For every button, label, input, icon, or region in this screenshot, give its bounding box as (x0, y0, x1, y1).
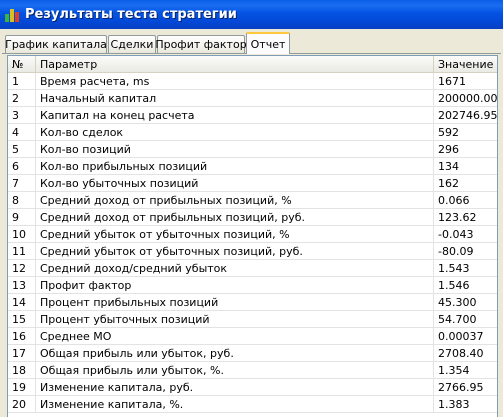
row-value: 1.383 (438, 397, 470, 411)
table-row[interactable]: 5 Кол-во позиций 296 (8, 141, 497, 158)
row-parameter: Кол-во сделок (36, 124, 434, 140)
window-title: Результаты теста стратегии (25, 7, 237, 22)
row-parameter: Время расчета, ms (36, 73, 434, 89)
row-parameter: Изменение капитала, %. (36, 396, 434, 412)
table-row[interactable]: 6 Кол-во прибыльных позиций 134 (8, 158, 497, 175)
row-parameter: Кол-во убыточных позиций (36, 175, 434, 191)
table-row[interactable]: 17 Общая прибыль или убыток, руб. 2708.40 (8, 345, 497, 362)
row-number: 2 (8, 90, 36, 106)
row-value: 0.00037 (438, 329, 484, 343)
row-number: 16 (8, 328, 36, 344)
row-value: 54.700 (438, 312, 477, 326)
row-number: 20 (8, 396, 36, 412)
row-value: -80.09 (438, 244, 474, 258)
title-bar[interactable]: Результаты теста стратегии (0, 0, 503, 29)
row-number: 17 (8, 345, 36, 361)
row-number: 19 (8, 379, 36, 395)
row-parameter: Капитал на конец расчета (36, 107, 434, 123)
row-parameter: Процент убыточных позиций (36, 311, 434, 327)
row-number: 10 (8, 226, 36, 242)
table-row[interactable]: 13 Профит фактор 1.546 (8, 277, 497, 294)
table-row[interactable]: 7 Кол-во убыточных позиций 162 (8, 175, 497, 192)
column-header-number[interactable]: № (8, 56, 36, 73)
row-value: 1.546 (438, 278, 470, 292)
table-row[interactable]: 1 Время расчета, ms 1671 (8, 73, 497, 90)
row-value: 2766.95 (438, 380, 484, 394)
row-value: 123.62 (438, 210, 477, 224)
row-parameter: Средний убыток от убыточных позиций, руб… (36, 243, 434, 259)
tab-trades[interactable]: Сделки (108, 35, 156, 53)
column-header-parameter[interactable]: Параметр (36, 56, 434, 73)
table-row[interactable]: 16 Среднее МО 0.00037 (8, 328, 497, 345)
row-number: 15 (8, 311, 36, 327)
bar-chart-icon (4, 6, 21, 23)
row-number: 8 (8, 192, 36, 208)
table-row[interactable]: 18 Общая прибыль или убыток, %. 1.354 (8, 362, 497, 379)
row-number: 1 (8, 73, 36, 89)
row-value: 2708.40 (438, 346, 484, 360)
row-parameter: Средний убыток от убыточных позиций, % (36, 226, 434, 242)
row-number: 14 (8, 294, 36, 310)
row-number: 18 (8, 362, 36, 378)
table-header: № Параметр Значение (8, 56, 497, 73)
tab-strip: График капитала Сделки Профит фактор Отч… (0, 29, 503, 54)
row-number: 6 (8, 158, 36, 174)
table-row[interactable]: 14 Процент прибыльных позиций 45.300 (8, 294, 497, 311)
row-parameter: Общая прибыль или убыток, %. (36, 362, 434, 378)
row-parameter: Изменение капитала, руб. (36, 379, 434, 395)
row-parameter: Профит фактор (36, 277, 434, 293)
row-value: 1.543 (438, 261, 470, 275)
table-row[interactable]: 12 Средний доход/средний убыток 1.543 (8, 260, 497, 277)
report-table: № Параметр Значение 1 Время расчета, ms 16… (7, 55, 498, 417)
row-parameter: Процент прибыльных позиций (36, 294, 434, 310)
tab-equity-chart[interactable]: График капитала (5, 35, 107, 53)
row-value: 134 (438, 159, 459, 173)
table-row[interactable]: 4 Кол-во сделок 592 (8, 124, 497, 141)
table-row[interactable]: 3 Капитал на конец расчета 202746.95 (8, 107, 497, 124)
table-body: 1 Время расчета, ms 1671 2 Начальный капитал… (8, 73, 497, 413)
row-value: 200000.00 (438, 91, 497, 105)
table-row[interactable]: 10 Средний убыток от убыточных позиций, %… (8, 226, 497, 243)
row-value: 1671 (438, 74, 466, 88)
row-value: 202746.95 (438, 108, 497, 122)
table-row[interactable]: 8 Средний доход от прибыльных позиций, % 0… (8, 192, 497, 209)
row-parameter: Среднее МО (36, 328, 434, 344)
tab-report[interactable]: Отчет (246, 32, 290, 54)
row-value: 1.354 (438, 363, 470, 377)
row-parameter: Средний доход/средний убыток (36, 260, 434, 276)
table-row[interactable]: 20 Изменение капитала, %. 1.383 (8, 396, 497, 413)
row-parameter: Средний доход от прибыльных позиций, руб… (36, 209, 434, 225)
row-number: 13 (8, 277, 36, 293)
row-number: 11 (8, 243, 36, 259)
row-value: 296 (438, 142, 459, 156)
row-value: 162 (438, 176, 459, 190)
row-parameter: Кол-во прибыльных позиций (36, 158, 434, 174)
row-number: 9 (8, 209, 36, 225)
row-value: 592 (438, 125, 459, 139)
row-number: 12 (8, 260, 36, 276)
row-number: 3 (8, 107, 36, 123)
table-row[interactable]: 11 Средний убыток от убыточных позиций, р… (8, 243, 497, 260)
row-number: 4 (8, 124, 36, 140)
row-value: 0.066 (438, 193, 470, 207)
table-row[interactable]: 9 Средний доход от прибыльных позиций, ру… (8, 209, 497, 226)
row-value: -0.043 (438, 227, 474, 241)
row-parameter: Средний доход от прибыльных позиций, % (36, 192, 434, 208)
row-parameter: Кол-во позиций (36, 141, 434, 157)
row-parameter: Начальный капитал (36, 90, 434, 106)
row-number: 5 (8, 141, 36, 157)
column-header-value[interactable]: Значение (434, 56, 497, 73)
table-row[interactable]: 19 Изменение капитала, руб. 2766.95 (8, 379, 497, 396)
table-row[interactable]: 15 Процент убыточных позиций 54.700 (8, 311, 497, 328)
row-value: 45.300 (438, 295, 477, 309)
tab-profit-factor[interactable]: Профит фактор (155, 35, 247, 53)
row-number: 7 (8, 175, 36, 191)
table-row[interactable]: 2 Начальный капитал 200000.00 (8, 90, 497, 107)
row-parameter: Общая прибыль или убыток, руб. (36, 345, 434, 361)
